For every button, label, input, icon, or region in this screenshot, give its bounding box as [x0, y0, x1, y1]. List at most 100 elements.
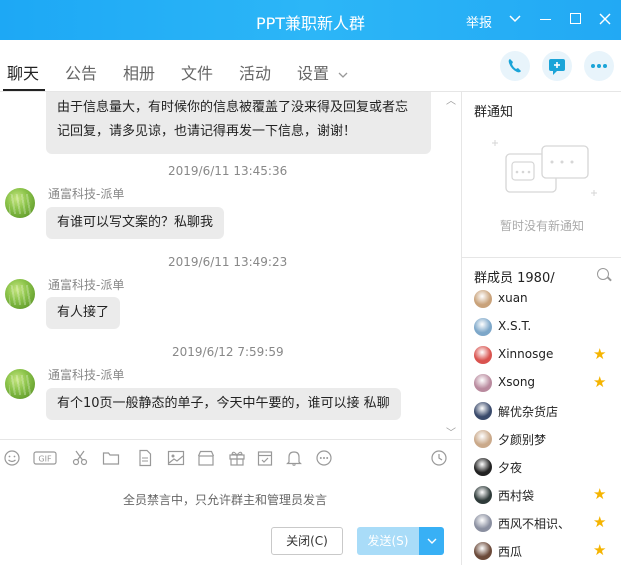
member-avatar [474, 290, 492, 308]
chevron-down-icon[interactable] [505, 9, 525, 29]
close-window-button[interactable] [595, 9, 615, 29]
message-timestamp: 2019/6/12 7:59:59 [172, 345, 284, 359]
tab-settings-label: 设置 [297, 64, 330, 83]
star-icon: ★ [593, 345, 607, 363]
member-name: 夕颜别梦 [498, 433, 547, 447]
shop-icon[interactable] [197, 449, 215, 467]
file-icon[interactable] [136, 449, 154, 467]
member-row[interactable]: Xsong ★ [462, 369, 621, 397]
gif-icon[interactable]: GIF [33, 449, 57, 467]
minimize-button[interactable] [535, 9, 555, 29]
composer-toolbar: GIF [0, 439, 461, 475]
title-bar: PPT兼职新人群 举报 [0, 0, 621, 40]
star-icon: ★ [593, 485, 607, 503]
sender-name[interactable]: 通富科技-派单 [48, 185, 124, 202]
member-row[interactable]: X.S.T. [462, 313, 621, 341]
member-name: 西风不相识、 [498, 517, 571, 531]
message-bubble: 有谁可以写文案的？私聊我 [46, 207, 225, 239]
member-row[interactable]: 解优杂货店 [462, 397, 621, 425]
active-tab-indicator [3, 89, 45, 91]
muted-notice: 全员禁言中，只允许群主和管理员发言 [122, 493, 327, 507]
emoji-icon[interactable] [3, 449, 21, 467]
avatar[interactable] [5, 279, 35, 309]
bell-icon[interactable] [285, 449, 303, 467]
message-text: 有谁可以写文案的？私聊我 [57, 215, 214, 230]
avatar[interactable] [5, 188, 35, 218]
avatar[interactable] [5, 369, 35, 399]
member-row[interactable]: 夕夜 [462, 453, 621, 481]
message-text: 有个10页一般静态的单子，今天中午要的，谁可以接 私聊 [57, 396, 390, 411]
maximize-button[interactable] [565, 9, 585, 29]
chevron-down-icon [427, 538, 436, 544]
right-panel: 群通知 暂时没有新通知 群成员 1980/ xuan X.S.T. Xinnosge… [461, 92, 621, 565]
folder-icon[interactable] [102, 449, 120, 467]
member-name: 解优杂货店 [498, 405, 559, 419]
member-row[interactable]: Xinnosge ★ [462, 341, 621, 369]
members-title: 群成员 1980/ [474, 271, 555, 286]
message-bubble: 有个10页一般静态的单子，今天中午要的，谁可以接 私聊 [46, 388, 401, 420]
history-clock-icon[interactable] [430, 449, 448, 467]
tab-chat[interactable]: 聊天 [7, 60, 39, 84]
member-name: X.S.T. [498, 319, 532, 333]
member-avatar [474, 458, 492, 476]
svg-text:GIF: GIF [38, 455, 52, 464]
empty-notice-text: 暂时没有新通知 [499, 219, 584, 233]
message-bubble: 由于信息量大，有时候你的信息被覆盖了没来得及回复或者忘 记回复，请多见谅，也请记… [46, 92, 431, 154]
member-row[interactable]: 西村袋 ★ [462, 481, 621, 509]
more-dots-icon[interactable] [315, 449, 333, 467]
send-button[interactable]: 发送(S) [357, 527, 419, 555]
message-bubble: 有人接了 [46, 297, 121, 329]
member-avatar [474, 514, 492, 532]
report-link[interactable]: 举报 [466, 12, 492, 31]
member-name: Xinnosge [498, 347, 554, 361]
member-avatar [474, 318, 492, 336]
image-icon[interactable] [167, 449, 185, 467]
chat-add-icon[interactable] [542, 51, 572, 81]
calendar-icon[interactable] [256, 449, 274, 467]
message-timestamp: 2019/6/11 13:45:36 [168, 164, 288, 178]
message-timestamp: 2019/6/11 13:49:23 [168, 255, 288, 269]
member-row[interactable]: 夕颜别梦 [462, 425, 621, 453]
member-avatar [474, 542, 492, 560]
tab-settings[interactable]: 设置 [297, 60, 348, 84]
member-avatar [474, 486, 492, 504]
group-notice-title: 群通知 [474, 105, 514, 120]
close-button[interactable]: 关闭(C) [271, 527, 343, 555]
member-name: 西村袋 [498, 489, 535, 503]
member-avatar [474, 374, 492, 392]
phone-icon[interactable] [500, 51, 530, 81]
gift-icon[interactable] [228, 449, 246, 467]
member-avatar [474, 346, 492, 364]
star-icon: ★ [593, 513, 607, 531]
member-name: 夕夜 [498, 461, 523, 475]
member-avatar [474, 402, 492, 420]
chevron-down-icon [338, 72, 348, 78]
member-row[interactable]: 西风不相识、 ★ [462, 509, 621, 537]
member-row[interactable]: 西瓜 ★ [462, 537, 621, 565]
star-icon: ★ [593, 373, 607, 391]
member-avatar [474, 430, 492, 448]
message-text-line: 记回复，请多见谅，也请记得再发一下信息，谢谢！ [57, 124, 357, 139]
more-icon[interactable] [584, 51, 614, 81]
member-name: Xsong [498, 375, 536, 389]
message-text-line: 由于信息量大，有时候你的信息被覆盖了没来得及回复或者忘 [57, 100, 409, 115]
star-icon: ★ [593, 541, 607, 559]
tab-album[interactable]: 相册 [123, 60, 155, 84]
tab-announcement[interactable]: 公告 [65, 60, 97, 84]
member-name: 西瓜 [498, 545, 523, 559]
scroll-down-icon[interactable]: ﹀ [446, 424, 456, 439]
member-name: xuan [498, 291, 528, 305]
tab-bar: 聊天 公告 相册 文件 活动 设置 [0, 40, 621, 92]
tab-activities[interactable]: 活动 [239, 60, 271, 84]
sender-name[interactable]: 通富科技-派单 [48, 366, 124, 383]
search-icon[interactable] [597, 268, 609, 280]
sender-name[interactable]: 通富科技-派单 [48, 276, 124, 293]
scroll-up-icon[interactable]: ︿ [446, 92, 456, 107]
empty-notice-illustration [490, 132, 600, 210]
tab-files[interactable]: 文件 [181, 60, 213, 84]
scissors-icon[interactable] [71, 449, 89, 467]
message-text: 有人接了 [57, 305, 110, 320]
member-row[interactable]: xuan [462, 285, 621, 313]
chat-history[interactable]: 由于信息量大，有时候你的信息被覆盖了没来得及回复或者忘 记回复，请多见谅，也请记… [0, 92, 461, 439]
send-options-button[interactable] [419, 527, 444, 555]
